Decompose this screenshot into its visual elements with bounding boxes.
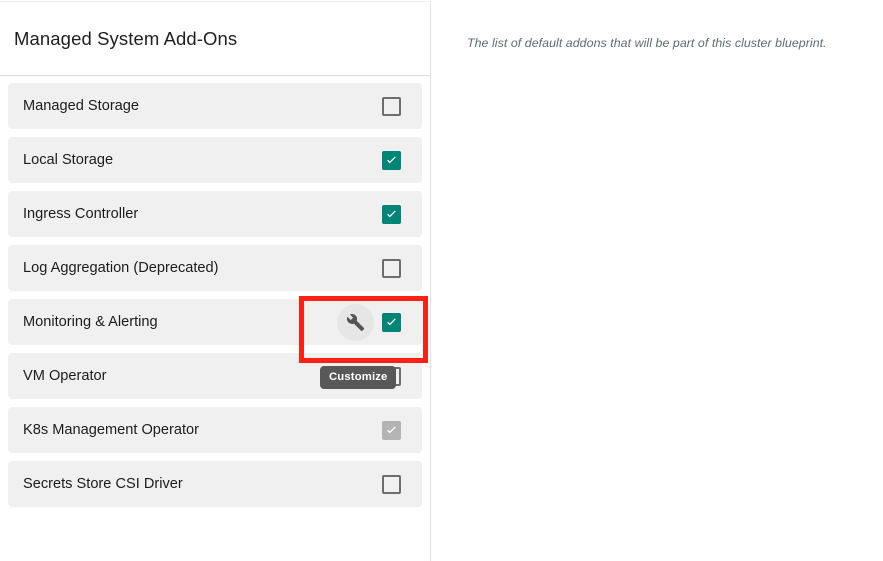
addon-label: Managed Storage [23, 98, 140, 114]
check-icon [387, 426, 396, 433]
row-controls [382, 474, 422, 494]
addon-label: Monitoring & Alerting [23, 314, 158, 330]
table-row[interactable]: K8s Management Operator [8, 407, 422, 453]
card-header: Managed System Add-Ons [0, 2, 430, 76]
table-row[interactable]: Local Storage [8, 137, 422, 183]
addon-checkbox[interactable] [382, 96, 401, 116]
description-panel: The list of default addons that will be … [431, 0, 883, 533]
table-row[interactable]: Log Aggregation (Deprecated) [8, 245, 422, 291]
row-controls [382, 96, 422, 116]
description-text: The list of default addons that will be … [467, 36, 827, 50]
row-controls [382, 258, 422, 278]
check-icon [387, 210, 396, 217]
row-controls [382, 204, 422, 224]
addon-checkbox[interactable] [382, 474, 401, 494]
table-row[interactable]: Managed Storage [8, 83, 422, 129]
addon-label: Log Aggregation (Deprecated) [23, 260, 219, 276]
addon-checkbox[interactable] [382, 204, 401, 224]
addon-checkbox [382, 420, 401, 440]
wrench-icon[interactable] [337, 303, 374, 341]
table-row[interactable]: Secrets Store CSI Driver [8, 461, 422, 507]
addon-label: Ingress Controller [23, 206, 139, 222]
addon-checkbox[interactable] [382, 150, 401, 170]
managed-system-addons-card: Managed System Add-Ons Managed Storage Lo… [0, 1, 431, 561]
customize-tooltip: Customize [320, 366, 397, 389]
addon-label: Local Storage [23, 152, 114, 168]
addon-label: Secrets Store CSI Driver [23, 476, 183, 492]
addon-label: K8s Management Operator [23, 422, 200, 438]
check-icon [387, 318, 396, 325]
addon-checkbox[interactable] [382, 258, 401, 278]
page-title: Managed System Add-Ons [14, 27, 238, 49]
addon-checkbox[interactable] [382, 312, 401, 332]
row-controls [382, 150, 422, 170]
row-controls [337, 303, 422, 341]
addon-list: Managed Storage Local Storage Ingress Cont… [0, 76, 430, 507]
table-row[interactable]: Ingress Controller [8, 191, 422, 237]
row-controls [382, 420, 422, 440]
table-row[interactable]: Monitoring & Alerting [8, 299, 422, 345]
check-icon [387, 156, 396, 163]
